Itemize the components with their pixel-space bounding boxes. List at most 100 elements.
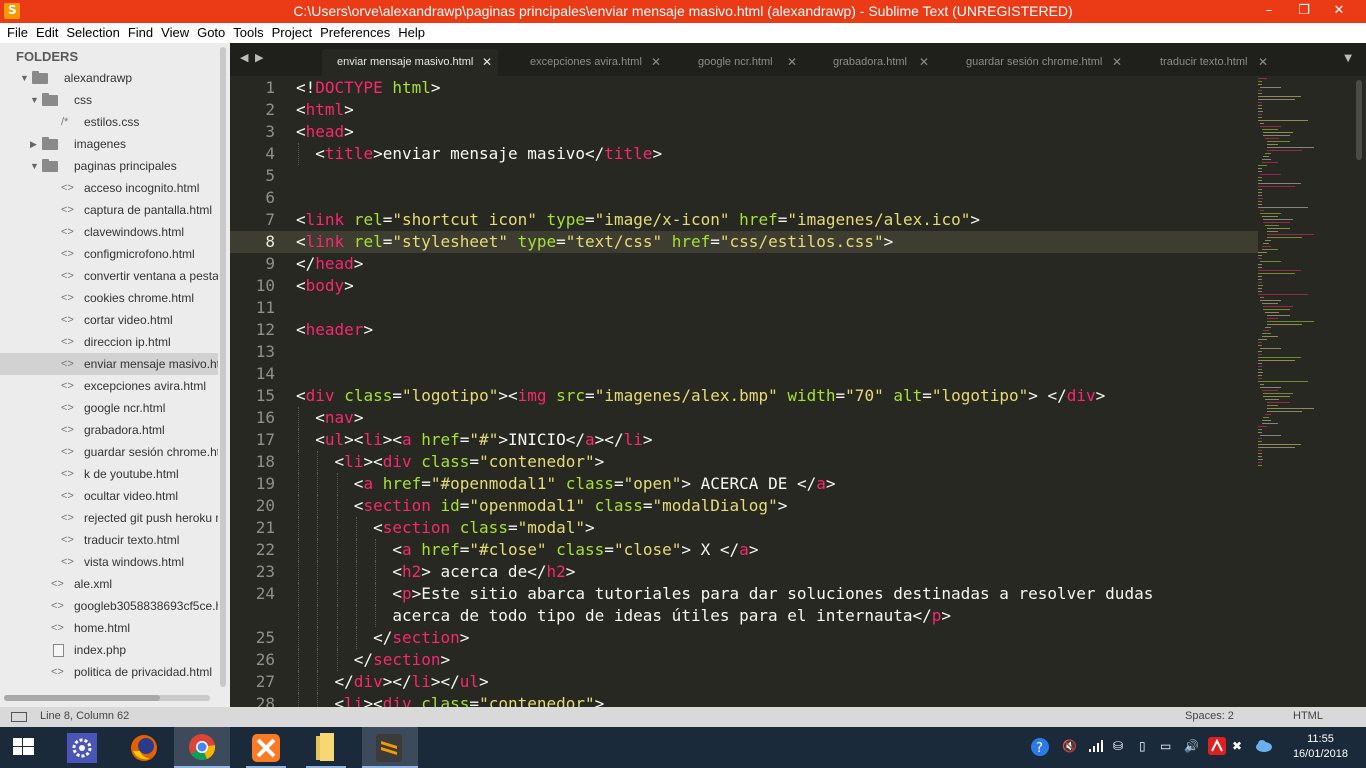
code-line[interactable]: <head>: [296, 121, 354, 143]
sidebar-item[interactable]: <> politica de privacidad.html: [0, 661, 218, 683]
code-line[interactable]: <header>: [296, 319, 373, 341]
sidebar-item[interactable]: <> google ncr.html: [0, 397, 218, 419]
sidebar-item[interactable]: <> ale.xml: [0, 573, 218, 595]
display-icon[interactable]: ▭: [1160, 739, 1171, 753]
cloud-icon[interactable]: [1255, 738, 1273, 755]
maximize-button[interactable]: ❐: [1287, 0, 1321, 23]
sidebar-item[interactable]: ▼ alexandrawp: [0, 67, 218, 89]
code-line[interactable]: <!DOCTYPE html>: [296, 77, 441, 99]
code-editor[interactable]: 1 2 3 4 5 6 7 8 9 10 11 12 13 14 15 16 17 18 19 20 21 22 23 24 2…: [230, 76, 1366, 707]
code-line[interactable]: <nav>: [296, 407, 363, 429]
tab-guardar-sesion-chrome[interactable]: guardar sesión chrome.html ✕: [951, 49, 1127, 76]
sidebar-vertical-scrollbar[interactable]: [220, 47, 226, 687]
sidebar-item[interactable]: ▼ css: [0, 89, 218, 111]
network-signal-icon[interactable]: [1088, 739, 1104, 756]
chevron-down-icon[interactable]: ▼: [30, 155, 39, 177]
sidebar-item[interactable]: <> cortar video.html: [0, 309, 218, 331]
chevron-down-icon[interactable]: ▼: [20, 67, 29, 89]
sidebar-item[interactable]: <> k de youtube.html: [0, 463, 218, 485]
chevron-down-icon[interactable]: ▼: [30, 89, 39, 111]
help-icon[interactable]: ?: [1030, 737, 1050, 760]
sidebar-item[interactable]: <> direccion ip.html: [0, 331, 218, 353]
menu-tools[interactable]: Tools: [233, 23, 263, 43]
sidebar-item[interactable]: ▼ paginas principales: [0, 155, 218, 177]
menu-project[interactable]: Project: [272, 23, 312, 43]
sidebar-item[interactable]: <> rejected git push heroku m: [0, 507, 218, 529]
code-line[interactable]: <li><div class="contenedor">: [296, 693, 605, 707]
sidebar-item[interactable]: ▶ imagenes: [0, 133, 218, 155]
sidebar-horizontal-scroll-thumb[interactable]: [4, 695, 160, 701]
sidebar-item[interactable]: <> acceso incognito.html: [0, 177, 218, 199]
code-line[interactable]: <title>enviar mensaje masivo</title>: [296, 143, 662, 165]
editor-vertical-scrollbar[interactable]: [1356, 80, 1362, 160]
sidebar-item[interactable]: <> vista windows.html: [0, 551, 218, 573]
code-line[interactable]: <link rel="shortcut icon" type="image/x-…: [296, 209, 980, 231]
menu-view[interactable]: View: [161, 23, 189, 43]
taskbar-file-explorer[interactable]: [298, 727, 354, 768]
tab-enviar-mensaje-masivo[interactable]: enviar mensaje masivo.html ✕: [322, 49, 498, 76]
menu-goto[interactable]: Goto: [197, 23, 225, 43]
close-button[interactable]: ✕: [1322, 0, 1356, 23]
sidebar-item[interactable]: <> googleb3058838693cf5ce.ht: [0, 595, 218, 617]
code-line[interactable]: </div></li></ul>: [296, 671, 489, 693]
taskbar-chrome[interactable]: [174, 727, 230, 768]
sidebar-item[interactable]: index.php: [0, 639, 218, 661]
taskbar-xampp[interactable]: [238, 727, 294, 768]
taskbar-settings[interactable]: [56, 727, 112, 768]
code-line[interactable]: </section>: [296, 649, 450, 671]
code-line[interactable]: <a href="#close" class="close"> X </a>: [296, 539, 758, 561]
windows-start-button[interactable]: [0, 727, 56, 768]
taskbar-sublime-text[interactable]: [362, 727, 418, 768]
indentation-setting[interactable]: Spaces: 2: [1185, 710, 1234, 722]
security-shield-icon[interactable]: ✖: [1232, 739, 1242, 753]
sidebar-item[interactable]: /* estilos.css: [0, 111, 218, 133]
sidebar-item[interactable]: <> convertir ventana a pestañ: [0, 265, 218, 287]
menu-help[interactable]: Help: [398, 23, 425, 43]
code-line[interactable]: <ul><li><a href="#">INICIO</a></li>: [296, 429, 652, 451]
tab-list-dropdown-icon[interactable]: ▼: [1344, 53, 1352, 64]
menu-file[interactable]: File: [7, 23, 28, 43]
sidebar-item[interactable]: <> ocultar video.html: [0, 485, 218, 507]
code-line[interactable]: <section id="openmodal1" class="modalDia…: [296, 495, 788, 517]
code-line[interactable]: acerca de todo tipo de ideas útiles para…: [296, 605, 951, 627]
code-line[interactable]: </head>: [296, 253, 363, 275]
code-line[interactable]: <link rel="stylesheet" type="text/css" h…: [296, 231, 893, 253]
avira-icon[interactable]: [1208, 737, 1226, 758]
volume-icon[interactable]: 🔊: [1184, 739, 1199, 753]
taskbar-firefox[interactable]: [116, 727, 172, 768]
sidebar-item[interactable]: <> enviar mensaje masivo.htm: [0, 353, 218, 375]
code-line[interactable]: <html>: [296, 99, 354, 121]
syntax-setting[interactable]: HTML: [1293, 710, 1323, 722]
battery-icon[interactable]: ▯: [1139, 739, 1146, 753]
minimize-button[interactable]: –: [1252, 0, 1286, 23]
sidebar-item[interactable]: <> traducir texto.html: [0, 529, 218, 551]
code-line[interactable]: <section class="modal">: [296, 517, 595, 539]
sidebar-item[interactable]: <> captura de pantalla.html: [0, 199, 218, 221]
tab-close-icon[interactable]: ✕: [1258, 49, 1268, 75]
sidebar-item[interactable]: <> excepciones avira.html: [0, 375, 218, 397]
code-line[interactable]: <h2> acerca de</h2>: [296, 561, 575, 583]
tab-close-icon[interactable]: ✕: [919, 49, 929, 75]
tab-prev-icon[interactable]: ◀: [240, 51, 248, 64]
code-line[interactable]: <div class="logotipo"><img src="imagenes…: [296, 385, 1105, 407]
tab-grabadora[interactable]: grabadora.html ✕: [818, 49, 934, 76]
antivirus-warning-icon[interactable]: 🔇: [1062, 739, 1077, 753]
sidebar-item[interactable]: <> configmicrofono.html: [0, 243, 218, 265]
sidebar-item[interactable]: <> grabadora.html: [0, 419, 218, 441]
code-line[interactable]: <a href="#openmodal1" class="open"> ACER…: [296, 473, 836, 495]
menu-preferences[interactable]: Preferences: [320, 23, 390, 43]
code-line[interactable]: </section>: [296, 627, 469, 649]
code-line[interactable]: <li><div class="contenedor">: [296, 451, 605, 473]
tab-close-icon[interactable]: ✕: [651, 49, 661, 75]
sidebar-item[interactable]: <> guardar sesión chrome.htm: [0, 441, 218, 463]
console-toggle-icon[interactable]: [11, 712, 27, 722]
sidebar-item[interactable]: <> home.html: [0, 617, 218, 639]
tab-next-icon[interactable]: ▶: [255, 51, 263, 64]
code-line[interactable]: <p>Este sitio abarca tutoriales para dar…: [296, 583, 1153, 605]
chevron-right-icon[interactable]: ▶: [30, 133, 37, 155]
menu-find[interactable]: Find: [128, 23, 153, 43]
code-line[interactable]: <body>: [296, 275, 354, 297]
minimap[interactable]: [1258, 76, 1354, 707]
tab-excepciones-avira[interactable]: excepciones avira.html ✕: [515, 49, 665, 76]
tab-traducir-texto[interactable]: traducir texto.html ✕: [1145, 49, 1275, 76]
